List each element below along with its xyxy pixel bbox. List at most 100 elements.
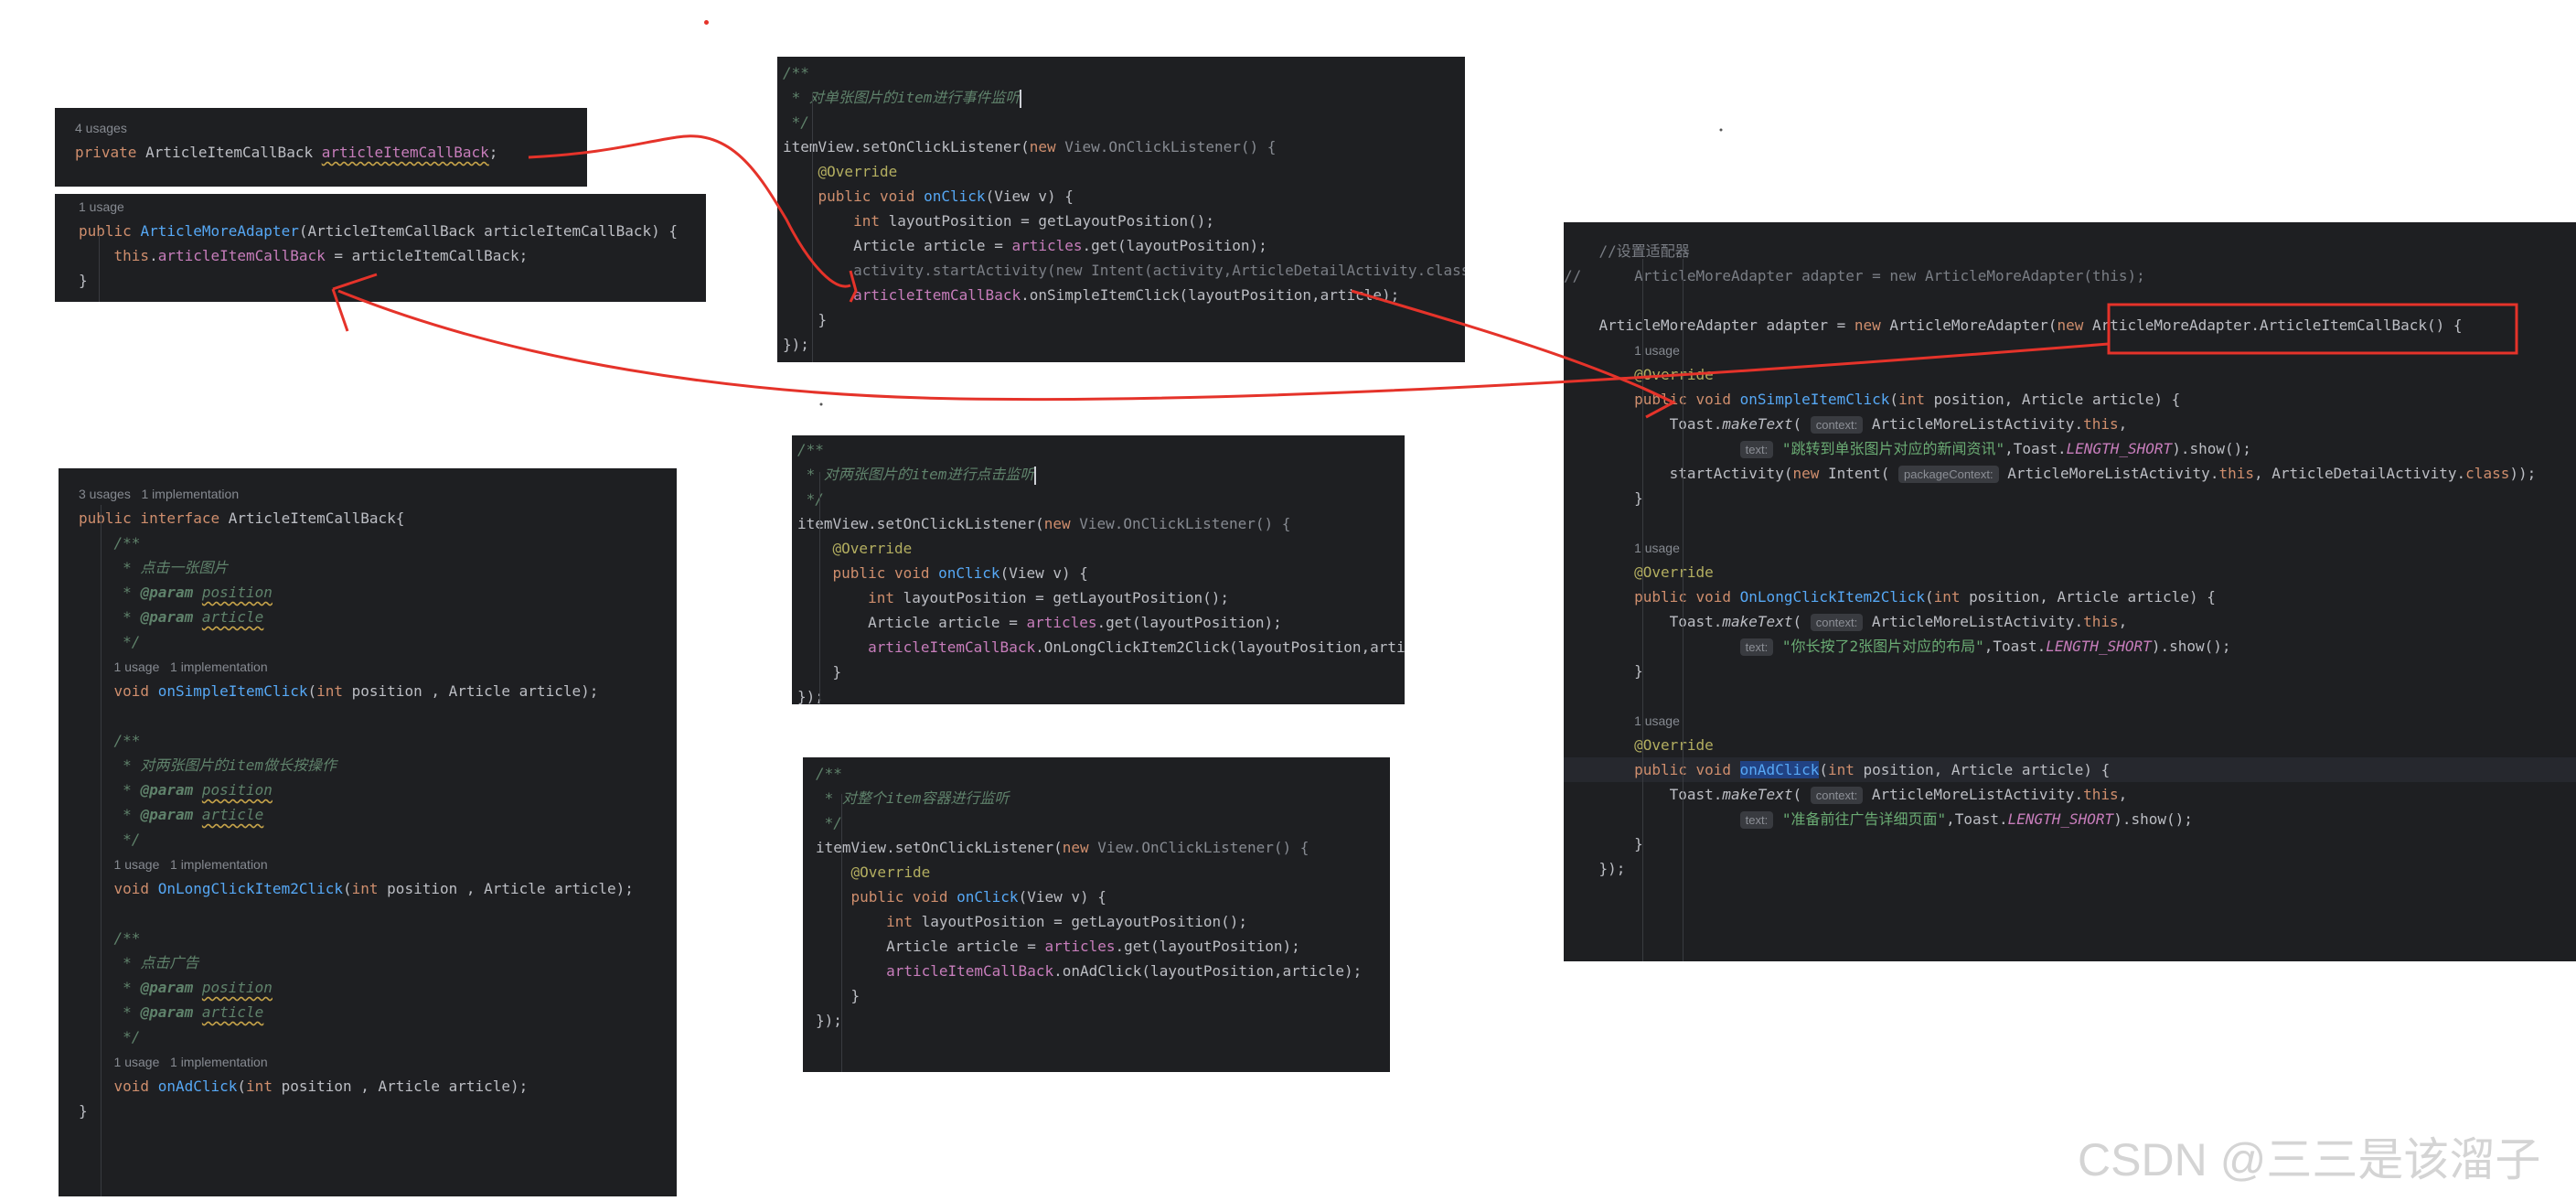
code-line: text: "跳转到单张图片对应的新闻资讯",Toast.LENGTH_SHOR…: [1564, 436, 2251, 461]
usage-hint[interactable]: 1 usage 1 implementation: [114, 857, 268, 872]
code-line: int layoutPosition = getLayoutPosition()…: [777, 209, 1214, 233]
code-line: * 点击广告: [59, 950, 198, 975]
code-line: }: [55, 268, 88, 293]
code-token: "你长按了2张图片对应的布局": [1781, 638, 1984, 655]
code-line: });: [777, 332, 809, 357]
code-token: @param: [140, 781, 202, 799]
code-line: });: [803, 1008, 842, 1033]
code-line: @Override: [1564, 560, 1714, 584]
code-line: /**: [777, 60, 809, 85]
code-line: Toast.makeText( context: ArticleMoreList…: [1564, 412, 2127, 436]
code-token: public void: [1634, 588, 1740, 606]
code-token: /**: [113, 929, 141, 947]
code-token: ).show();: [2151, 638, 2231, 655]
code-token: .get(layoutPosition);: [1082, 237, 1267, 254]
code-line: */: [777, 110, 809, 134]
code-line: public void onAdClick(int position, Arti…: [1564, 757, 2110, 782]
code-line: 3 usages 1 implementation: [59, 481, 239, 506]
usage-hint[interactable]: 4 usages: [75, 121, 127, 135]
code-token: articles: [1044, 938, 1116, 955]
code-token: *: [113, 806, 141, 823]
code-token: ArticleMoreAdapter adapter =: [1564, 316, 1855, 334]
code-line: /**: [59, 531, 141, 555]
code-line: }: [59, 1099, 88, 1123]
code-token: (: [1792, 613, 1811, 630]
code-token: article: [201, 608, 264, 626]
code-token: new: [1043, 515, 1080, 532]
code-line: 1 usage: [55, 194, 124, 219]
code-token: onAdClick: [157, 1078, 238, 1095]
code-line: 1 usage: [1564, 535, 1680, 560]
code-token: Article article =: [797, 614, 1027, 631]
code-line: public void onClick(View v) {: [803, 885, 1106, 909]
code-token: ArticleMoreAdapter: [140, 222, 299, 240]
code-line: /**: [59, 926, 141, 950]
code-token: void: [113, 1078, 158, 1095]
parameter-hint: text:: [1739, 441, 1774, 458]
code-token: });: [1564, 860, 1626, 877]
code-token: this: [2083, 786, 2119, 803]
code-line: itemView.setOnClickListener(new View.OnC…: [792, 511, 1290, 536]
text-caret: [1034, 466, 1037, 485]
code-token: (: [343, 880, 352, 897]
code-token: @Override: [1634, 736, 1714, 754]
usage-hint[interactable]: 1 usage: [1634, 343, 1680, 358]
code-token: position, Article article) {: [1863, 761, 2111, 778]
code-token: position, Article article) {: [1933, 391, 2181, 408]
code-line: 1 usage: [1564, 708, 1680, 733]
code-token: *: [113, 608, 141, 626]
code-token: (View v) {: [985, 188, 1074, 205]
code-line: public void onClick(View v) {: [777, 184, 1074, 209]
code-token: articleItemCallBack: [321, 144, 489, 161]
code-token: public void: [818, 188, 925, 205]
code-token: class: [2465, 465, 2510, 482]
code-token: itemView.setOnClickListener(: [816, 839, 1063, 856]
code-line: //设置适配器: [1564, 239, 1690, 263]
code-line: private ArticleItemCallBack articleItemC…: [55, 140, 497, 165]
usage-hint[interactable]: 1 usage: [1634, 713, 1680, 728]
code-line: public interface ArticleItemCallBack{: [59, 506, 404, 531]
code-token: articles: [1011, 237, 1083, 254]
code-token: }: [1564, 489, 1643, 507]
parameter-hint: text:: [1739, 638, 1774, 656]
code-line: * @param article: [59, 605, 263, 629]
code-line: articleItemCallBack.onAdClick(layoutPosi…: [803, 959, 1362, 983]
code-line: void OnLongClickItem2Click(int position …: [59, 876, 634, 901]
code-token: .OnLongClickItem2Click(layoutPosition,ar…: [1035, 638, 1405, 656]
code-token: */: [783, 113, 809, 131]
code-token: LENGTH_SHORT: [2007, 810, 2114, 828]
code-line: ArticleMoreAdapter adapter = new Article…: [1564, 313, 2463, 338]
code-token: */: [113, 831, 141, 848]
code-line: }: [777, 307, 828, 332]
code-token: @param: [140, 1003, 202, 1021]
code-token: ,Toast.: [2004, 440, 2067, 457]
code-token: Intent(: [1827, 465, 1899, 482]
usage-hint[interactable]: 1 usage 1 implementation: [114, 659, 268, 674]
usage-hint[interactable]: 1 usage 1 implementation: [114, 1055, 268, 1069]
code-token: onClick: [957, 888, 1019, 906]
code-line: articleItemCallBack.onSimpleItemClick(la…: [777, 283, 1399, 307]
code-token: ).show();: [2172, 440, 2251, 457]
code-line: this.articleItemCallBack = articleItemCa…: [55, 243, 529, 268]
code-token: /**: [113, 732, 141, 749]
code-token: layoutPosition = getLayoutPosition();: [888, 212, 1215, 230]
usage-hint[interactable]: 3 usages 1 implementation: [79, 487, 239, 501]
code-line: void onAdClick(int position , Article ar…: [59, 1074, 529, 1099]
code-token: (: [237, 1078, 247, 1095]
code-token: * 对两张图片的item进行点击监听: [797, 466, 1035, 483]
usage-hint[interactable]: 1 usage: [1634, 541, 1680, 555]
code-token: ArticleMoreAdapter.ArticleItemCallBack()…: [2091, 316, 2463, 334]
text-caret: [1020, 89, 1022, 108]
usage-hint[interactable]: 1 usage: [79, 199, 124, 214]
code-token: new: [1029, 138, 1065, 155]
code-token: ArticleMoreAdapter(: [1889, 316, 2058, 334]
code-token: onSimpleItemClick: [1739, 391, 1890, 408]
